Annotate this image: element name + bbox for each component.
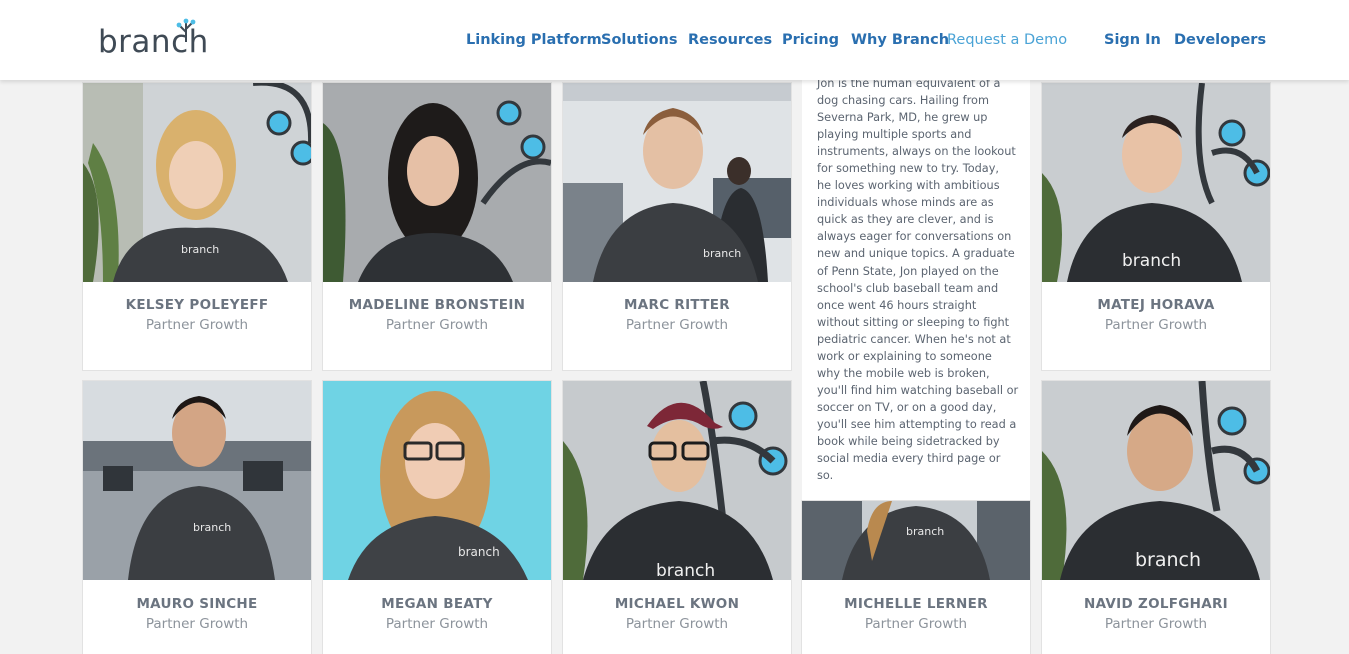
bio-line: social media every third page or (817, 452, 1001, 466)
shirt-logo: branch (193, 521, 232, 534)
bio-card: Jon is the human equivalent of a dog cha… (802, 70, 1030, 500)
sprout-icon (176, 18, 196, 42)
shirt-logo: branch (703, 247, 742, 260)
bio-line: you'll find him watching baseball or (817, 383, 1019, 397)
bio-line: pediatric cancer. When he's not at (817, 332, 1011, 346)
bio-line: you'll see him attempting to read a (817, 417, 1017, 431)
bio-text: Jon is the human equivalent of a dog cha… (817, 75, 1021, 484)
team-photo: branch (83, 381, 311, 580)
nav-sign-in[interactable]: Sign In (1104, 32, 1161, 48)
shirt-logo: branch (906, 525, 945, 538)
member-name: NAVID ZOLFGHARI (1083, 596, 1229, 612)
bio-line: dog chasing cars. Hailing from (817, 94, 989, 108)
member-name: MADELINE BRONSTEIN (348, 297, 526, 313)
team-card-navid[interactable]: branch NAVID ZOLFGHARI Partner Growth (1041, 380, 1271, 654)
nav-request-demo[interactable]: Request a Demo (947, 32, 1067, 48)
bio-line: playing multiple sports and (817, 128, 972, 142)
bio-line: quick as they are clever, and is (817, 213, 994, 227)
nav-resources[interactable]: Resources (688, 32, 772, 48)
bio-line: school's club baseball team and (817, 281, 999, 295)
member-name: MATEJ HORAVA (1097, 297, 1215, 313)
member-role: Partner Growth (145, 317, 249, 333)
member-role: Partner Growth (864, 616, 968, 632)
shirt-logo: branch (1135, 549, 1202, 571)
nav-why-branch[interactable]: Why Branch (851, 32, 949, 48)
team-card-kelsey[interactable]: branch KELSEY POLEYEFF Partner Growth (82, 82, 312, 371)
site-header: branch Linking Platform Solutions Resour… (0, 0, 1349, 80)
member-role: Partner Growth (625, 616, 729, 632)
member-role: Partner Growth (145, 616, 249, 632)
bio-line: book while being sidetracked by (817, 434, 1000, 448)
member-name: KELSEY POLEYEFF (125, 297, 269, 313)
bio-line: soccer on TV, or on a good day, (817, 400, 997, 414)
member-role: Partner Growth (385, 616, 489, 632)
bio-line: always eager for conversations on (817, 230, 1012, 244)
team-photo: branch (323, 381, 551, 580)
team-card-matej[interactable]: branch MATEJ HORAVA Partner Growth (1041, 82, 1271, 371)
bio-line: for something new to try. Today, (817, 162, 999, 176)
bio-line: so. (817, 469, 834, 483)
bio-line: work or explaining to someone (817, 349, 992, 363)
team-card-michael[interactable]: branch MICHAEL KWON Partner Growth (562, 380, 792, 654)
member-name: MICHAEL KWON (614, 596, 740, 612)
nav-linking-platform[interactable]: Linking Platform (466, 32, 602, 48)
nav-solutions[interactable]: Solutions (601, 32, 678, 48)
bio-line: new and unique topics. A graduate (817, 247, 1015, 261)
shirt-logo: branch (1122, 251, 1182, 271)
bio-line: instruments, always on the lookout (817, 145, 1016, 159)
member-role: Partner Growth (625, 317, 729, 333)
team-photo: branch (563, 381, 791, 580)
team-photo: branch (563, 83, 791, 282)
member-role: Partner Growth (1104, 317, 1208, 333)
shirt-logo: branch (656, 561, 716, 580)
team-photo: branch (1042, 83, 1270, 282)
bio-line: Severna Park, MD, he grew up (817, 111, 988, 125)
bio-line: of Penn State, Jon played on the (817, 264, 999, 278)
member-role: Partner Growth (1104, 616, 1208, 632)
member-role: Partner Growth (385, 317, 489, 333)
member-name: MAURO SINCHE (136, 596, 258, 612)
team-card-marc[interactable]: branch MARC RITTER Partner Growth (562, 82, 792, 371)
team-photo: branch (83, 83, 311, 282)
bio-line: why the mobile web is broken, (817, 366, 990, 380)
bio-line: he loves working with ambitious (817, 179, 1000, 193)
team-card-mauro[interactable]: branch MAURO SINCHE Partner Growth (82, 380, 312, 654)
team-photo: branch (802, 501, 1030, 580)
branch-logo[interactable]: branch (98, 18, 209, 58)
team-photo: branch (1042, 381, 1270, 580)
member-name: MICHELLE LERNER (844, 596, 988, 612)
shirt-logo: branch (458, 545, 500, 559)
team-card-megan[interactable]: branch MEGAN BEATY Partner Growth (322, 380, 552, 654)
bio-line: once went 46 hours straight (817, 298, 977, 312)
team-card-madeline[interactable]: MADELINE BRONSTEIN Partner Growth (322, 82, 552, 371)
nav-developers[interactable]: Developers (1174, 32, 1266, 48)
shirt-logo: branch (181, 243, 220, 256)
nav-pricing[interactable]: Pricing (782, 32, 839, 48)
team-card-michelle[interactable]: branch MICHELLE LERNER Partner Growth (801, 500, 1031, 654)
bio-line: individuals whose minds are as (817, 196, 994, 210)
bio-line: without sitting or sleeping to fight (817, 315, 1010, 329)
team-photo (323, 83, 551, 282)
member-name: MARC RITTER (624, 297, 730, 313)
member-name: MEGAN BEATY (381, 596, 493, 612)
